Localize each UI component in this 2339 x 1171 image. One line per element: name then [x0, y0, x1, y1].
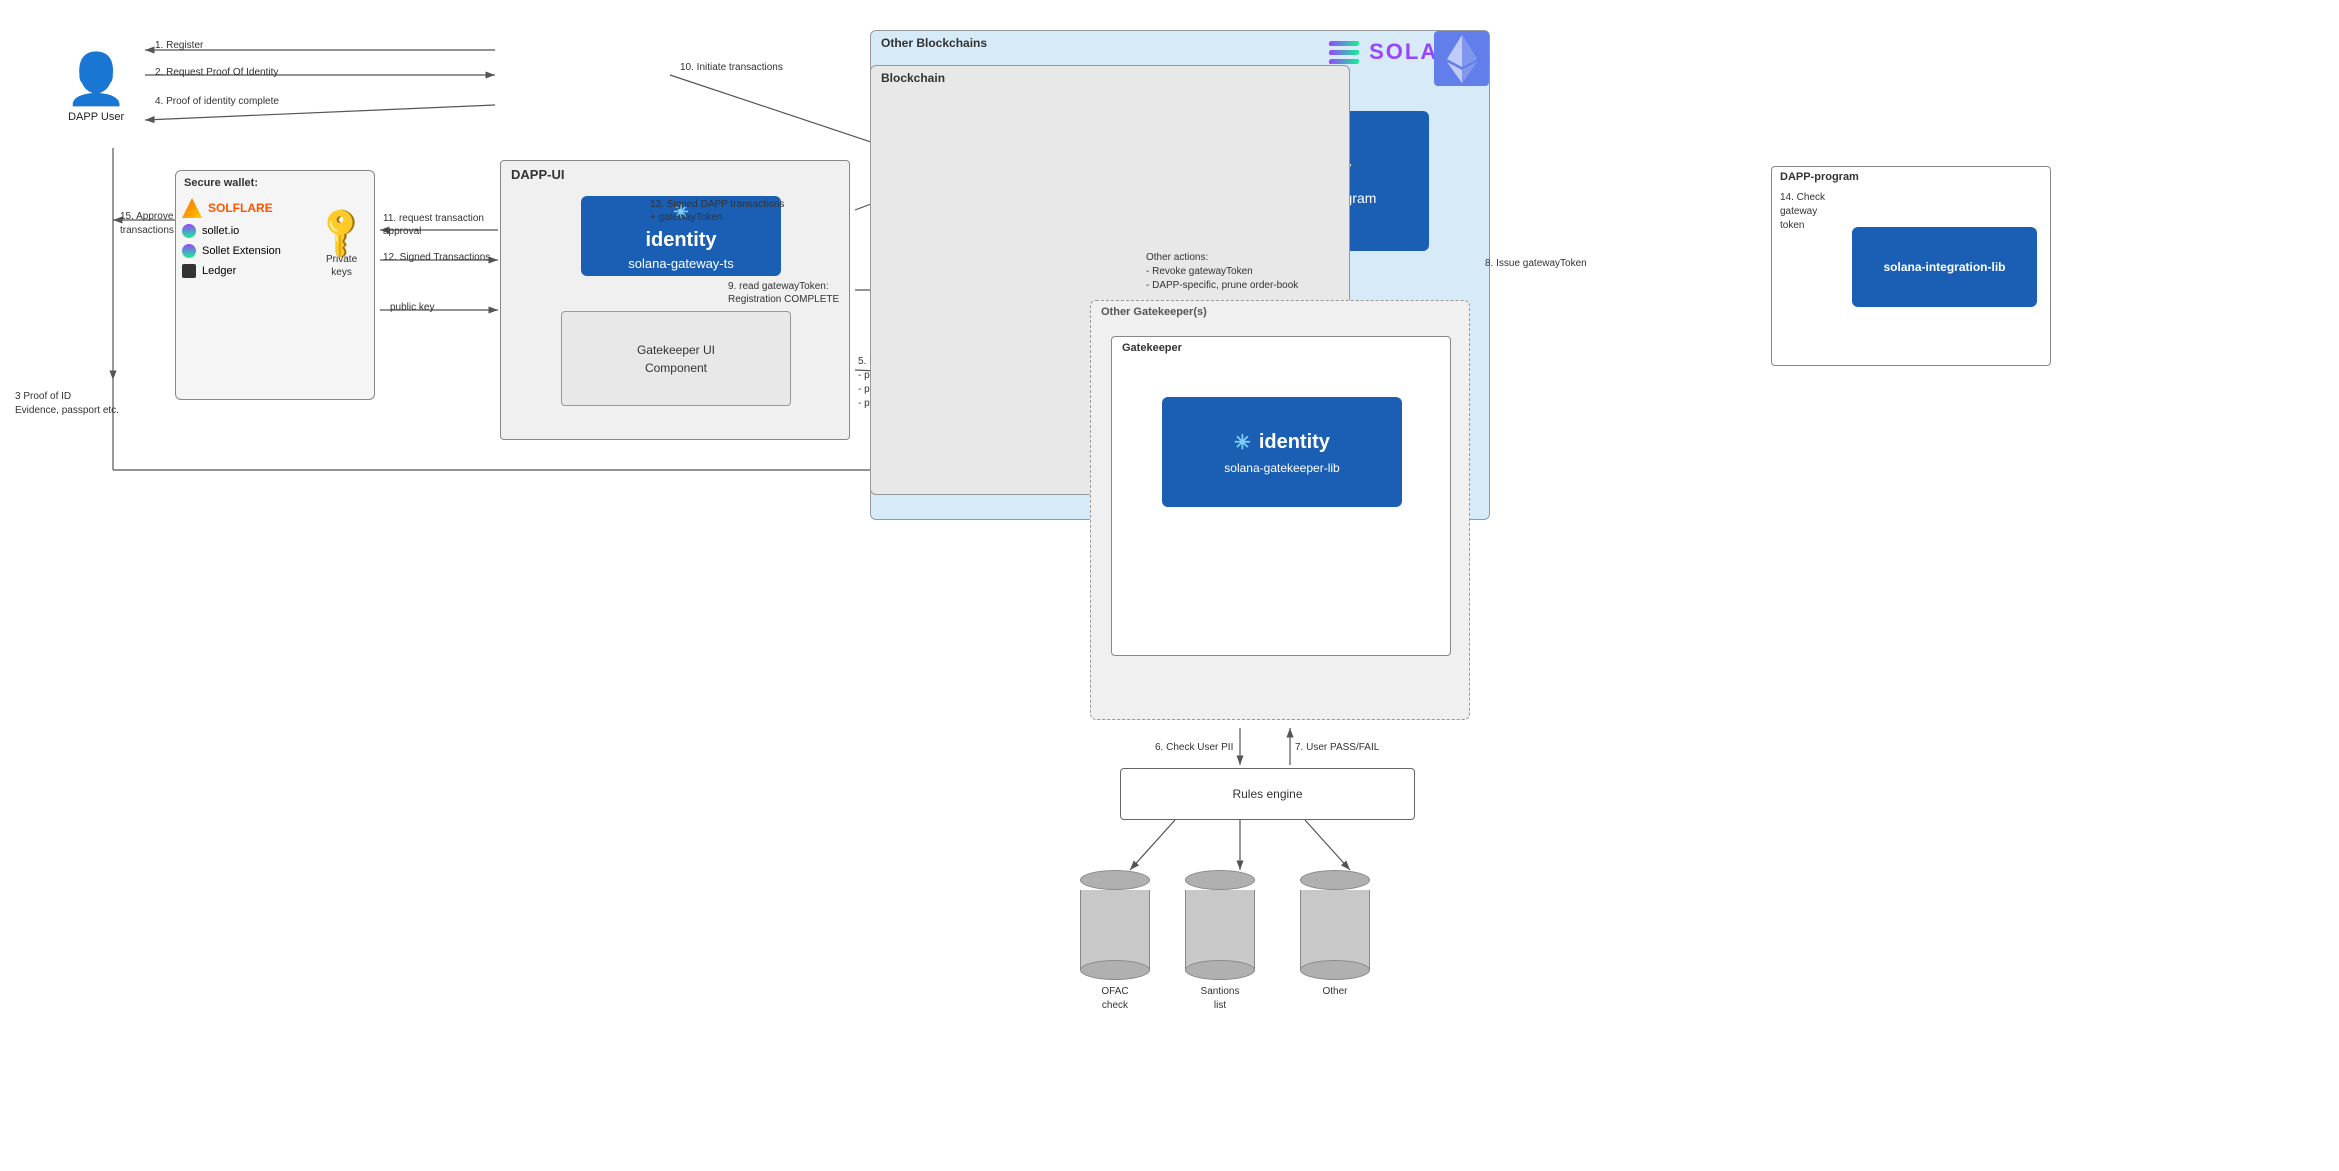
- step6-label: 6. Check User PII: [1155, 742, 1233, 753]
- sanctions-body: [1185, 890, 1255, 970]
- ofac-label: OFAC check: [1101, 985, 1128, 1013]
- solflare-label: SOLFLARE: [208, 201, 273, 215]
- ofac-cylinder: OFAC check: [1080, 870, 1150, 1013]
- solana-bars: [1329, 41, 1359, 64]
- solana-gatekeeper-lib-box: ✳ identity solana-gatekeeper-lib: [1162, 397, 1402, 507]
- solana-bar-3: [1329, 59, 1360, 64]
- other-gatekeeper-region: Other Gatekeeper(s) Gatekeeper ✳ identit…: [1090, 300, 1470, 720]
- other-top: [1300, 870, 1370, 890]
- ledger-label: Ledger: [202, 265, 236, 277]
- dapp-program-region: DAPP-program 14. Check gateway token sol…: [1771, 166, 2051, 366]
- ofac-body: [1080, 890, 1150, 970]
- ofac-top: [1080, 870, 1150, 890]
- solana-gatekeeper-lib-icon: ✳: [1234, 430, 1251, 455]
- rules-engine-label: Rules engine: [1232, 787, 1302, 801]
- identity-gateway-ts-sub: solana-gateway-ts: [628, 256, 734, 271]
- solana-gatekeeper-lib-sub: solana-gatekeeper-lib: [1224, 461, 1339, 475]
- eth-logo: [1434, 31, 1489, 86]
- dapp-program-label: DAPP-program: [1772, 167, 2050, 187]
- ofac-bottom: [1080, 960, 1150, 980]
- sollet-icon: [182, 224, 196, 238]
- other-gatekeeper-label: Other Gatekeeper(s): [1091, 301, 1469, 323]
- solana-bar-2: [1329, 50, 1360, 55]
- step12-label: 12. Signed Transactions: [383, 252, 490, 263]
- sollet-label: sollet.io: [202, 225, 239, 237]
- step15-label: 15. Approve transactions: [120, 210, 174, 238]
- step11-label: 11. request transaction approval: [383, 212, 484, 238]
- user-icon: 👤: [65, 50, 127, 109]
- solana-integration-lib-box: solana-integration-lib: [1852, 227, 2037, 307]
- rules-engine-box: Rules engine: [1120, 768, 1415, 820]
- private-keys: 🔑 Private keys: [319, 211, 364, 279]
- sollet-ext-label: Sollet Extension: [202, 245, 281, 257]
- step4-label: 4. Proof of identity complete: [155, 96, 279, 107]
- step9-label: 9. read gatewayToken: Registration COMPL…: [728, 280, 839, 306]
- dapp-user-label: DAPP User: [65, 111, 127, 123]
- step3-label: 3 Proof of ID Evidence, passport etc.: [15, 390, 119, 418]
- sanctions-cylinder: Santions list: [1185, 870, 1255, 1013]
- blockchain-label: Blockchain: [871, 66, 1349, 90]
- step7-label: 7. User PASS/FAIL: [1295, 742, 1379, 753]
- ledger-icon: [182, 264, 196, 278]
- gatekeeper-ui-label: Gatekeeper UI Component: [637, 341, 715, 377]
- sollet-ext-icon: [182, 244, 196, 258]
- public-key-label: public key: [390, 302, 434, 313]
- step1-label: 1. Register: [155, 40, 203, 51]
- solana-bar-1: [1329, 41, 1360, 46]
- solana-integration-lib-label: solana-integration-lib: [1883, 260, 2005, 274]
- eth-icon: [1447, 35, 1477, 83]
- dapp-ui-label: DAPP-UI: [501, 161, 849, 188]
- step8-label: 8. Issue gatewayToken: [1485, 258, 1587, 269]
- other-cylinder: Other: [1300, 870, 1370, 999]
- gatekeeper-box: Gatekeeper ✳ identity solana-gatekeeper-…: [1111, 336, 1451, 656]
- other-db-label: Other: [1322, 985, 1347, 999]
- diagram: 👤 DAPP User 1. Register 2. Request Proof…: [0, 0, 2339, 1171]
- other-actions-label: Other actions: - Revoke gatewayToken - D…: [1146, 251, 1298, 293]
- solflare-icon: [182, 198, 202, 218]
- step13-label: 13. Signed DAPP transactions + gatewayTo…: [650, 198, 784, 224]
- dapp-user: 👤 DAPP User: [65, 50, 127, 123]
- other-body: [1300, 890, 1370, 970]
- step10-label: 10. Initiate transactions: [680, 62, 783, 73]
- gatekeeper-ui-box: Gatekeeper UI Component: [561, 311, 791, 406]
- step2-label: 2. Request Proof Of Identity: [155, 67, 278, 78]
- sanctions-bottom: [1185, 960, 1255, 980]
- sanctions-top: [1185, 870, 1255, 890]
- other-bottom: [1300, 960, 1370, 980]
- secure-wallet-region: Secure wallet: SOLFLARE sollet.io Sollet…: [175, 170, 375, 400]
- sanctions-label: Santions list: [1201, 985, 1240, 1013]
- solana-gatekeeper-lib-title: ✳ identity: [1234, 430, 1330, 455]
- secure-wallet-label: Secure wallet:: [176, 171, 374, 195]
- gatekeeper-label: Gatekeeper: [1112, 337, 1450, 359]
